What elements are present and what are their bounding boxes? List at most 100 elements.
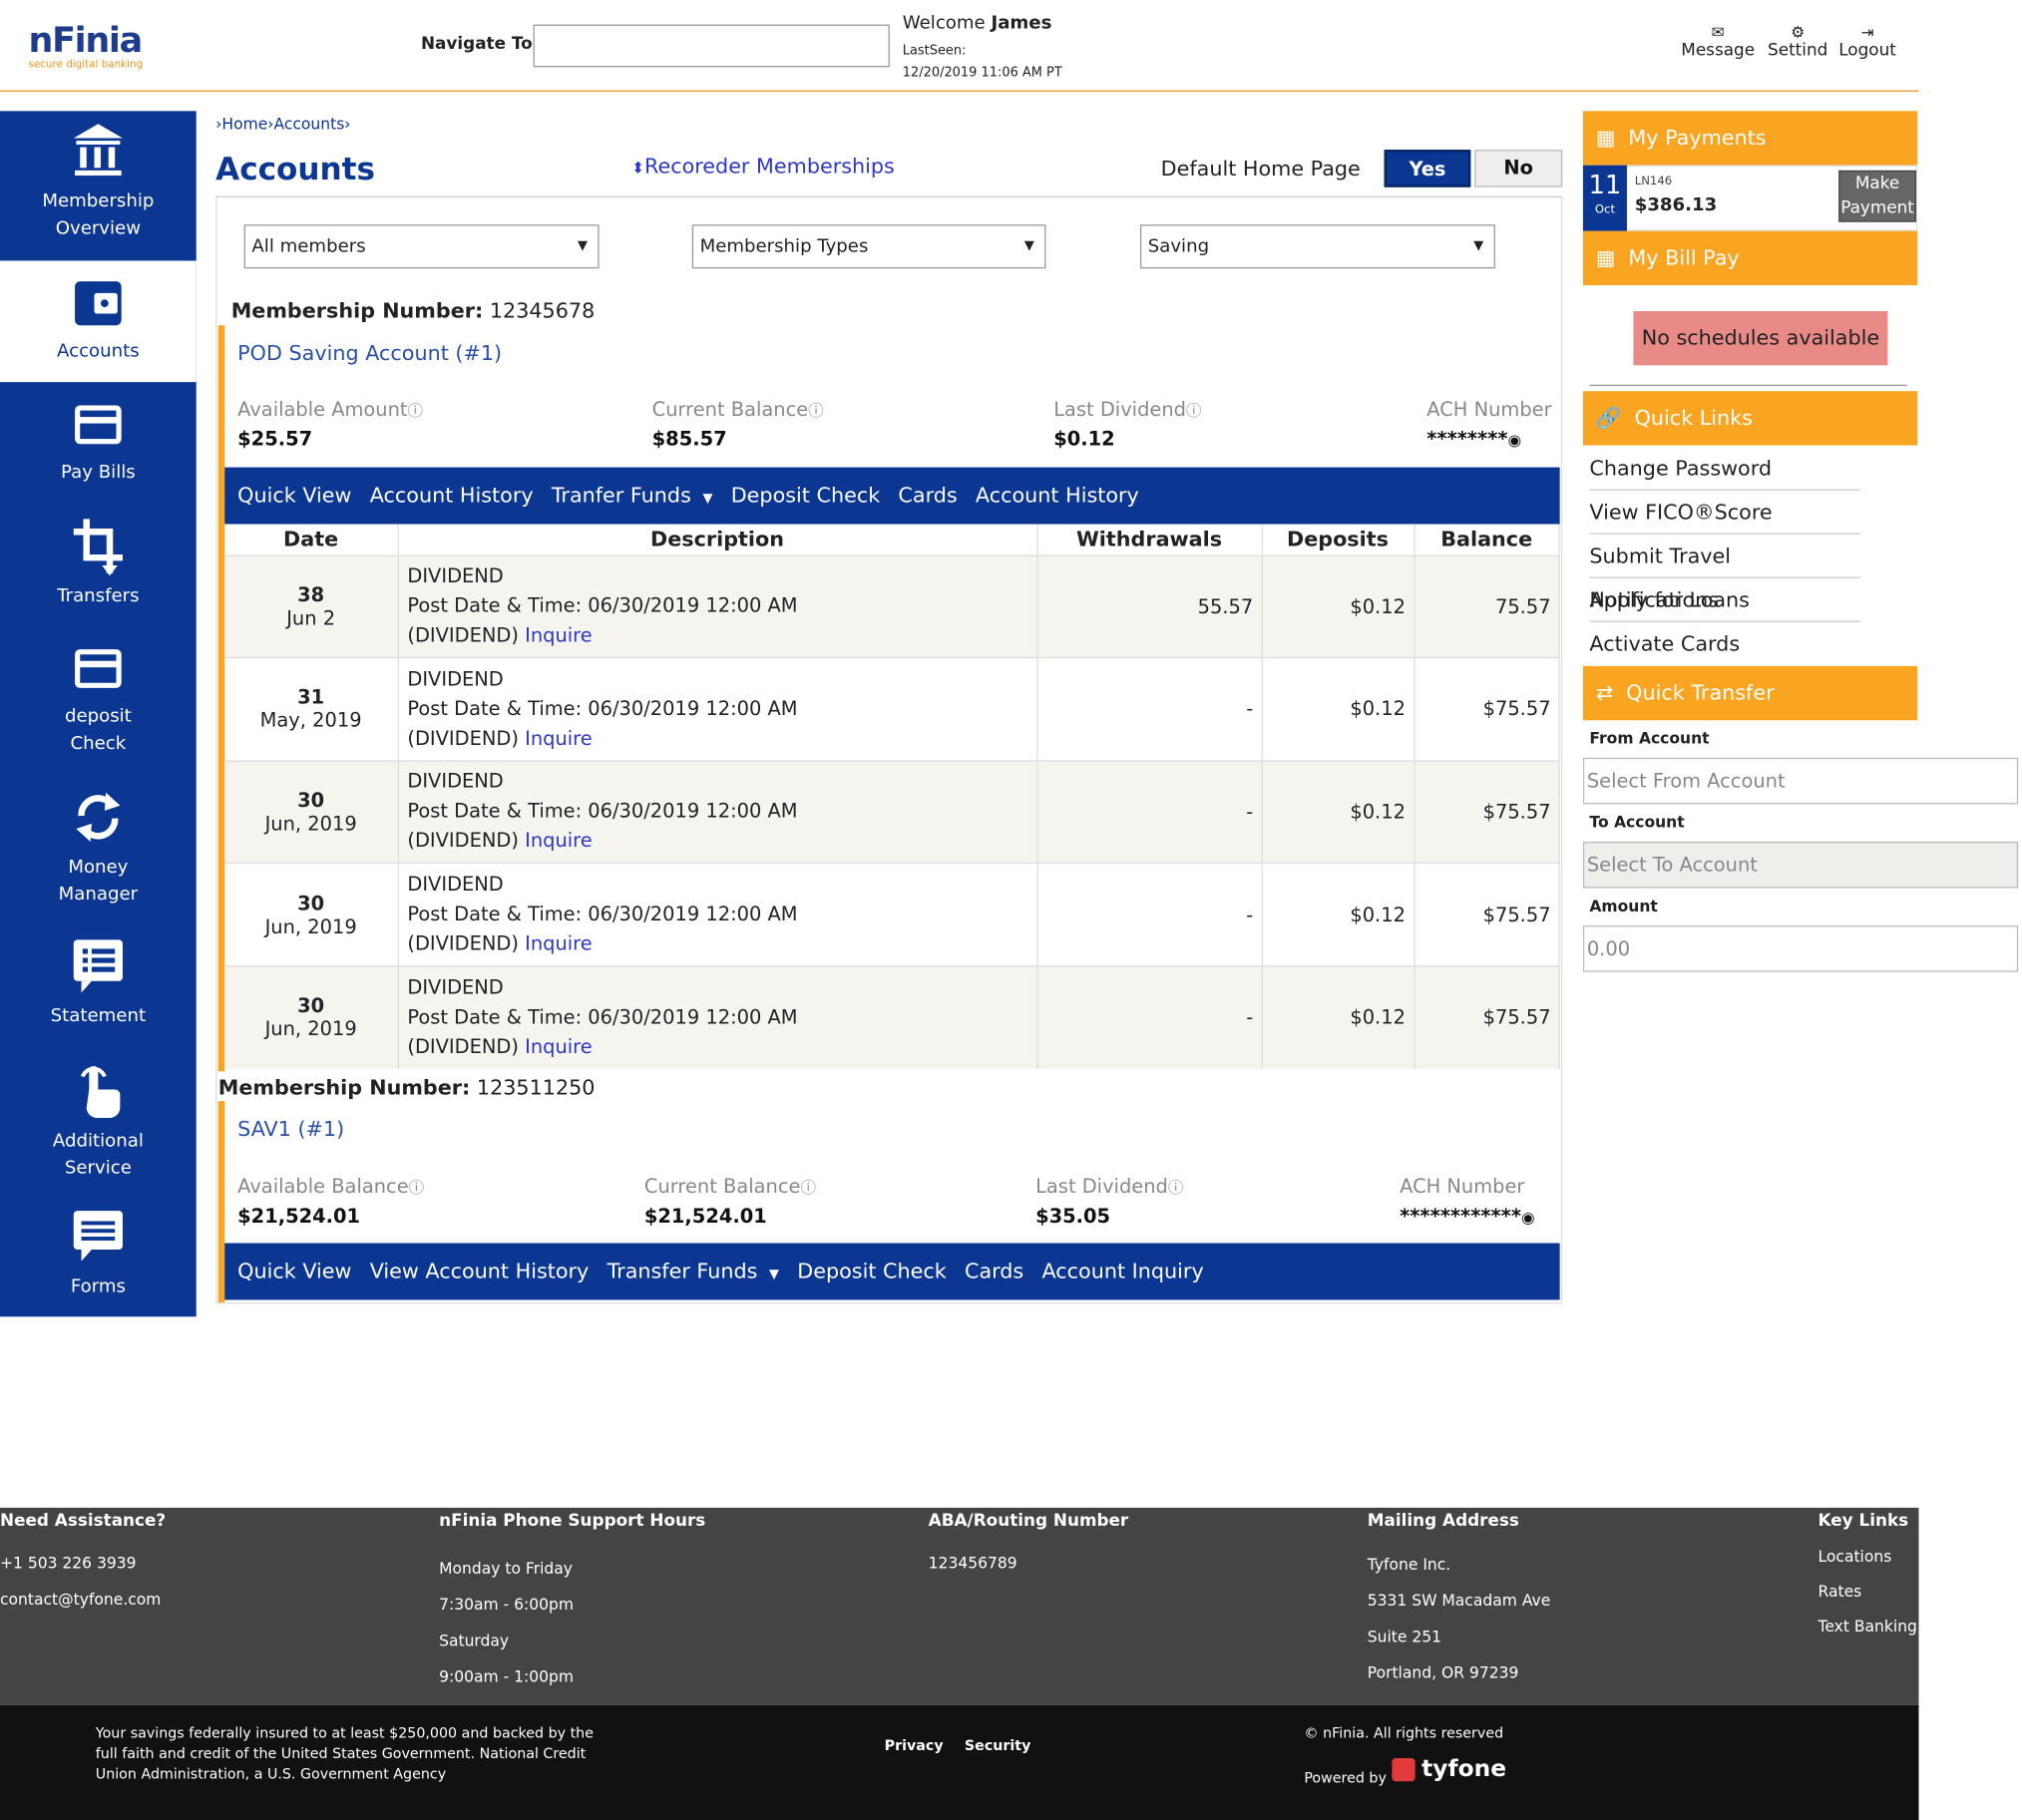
breadcrumb-home[interactable]: Home: [221, 115, 267, 133]
reorder-memberships-link[interactable]: ⬍Recoreder Memberships: [631, 154, 895, 179]
footer-email[interactable]: contact@tyfone.com: [0, 1591, 166, 1609]
available-value: $25.57: [237, 427, 313, 451]
date-month: Jun, 2019: [264, 914, 357, 938]
to-account-select[interactable]: Select To Account: [1582, 841, 2019, 889]
action-account-history[interactable]: Account History: [370, 483, 534, 508]
info-icon[interactable]: ⓘ: [408, 402, 424, 420]
sidebar-item-additional-service[interactable]: Additional Service: [0, 1058, 197, 1182]
security-link[interactable]: Security: [965, 1737, 1030, 1754]
link-apply-loans[interactable]: Apply for Loans: [1589, 578, 1861, 622]
logout-link[interactable]: ⇥ Logout: [1838, 23, 1896, 61]
post-date: Post Date & Time: 06/30/2019 12:00 AM: [407, 696, 798, 721]
sidebar-item-pay-bills[interactable]: Pay Bills: [0, 398, 197, 487]
current-label: Current Balanceⓘ: [644, 1175, 816, 1198]
action-deposit-check[interactable]: Deposit Check: [731, 483, 880, 508]
withdrawal-cell: 55.57: [1036, 553, 1263, 658]
no-button[interactable]: No: [1474, 150, 1563, 187]
quick-transfer-label: Quick Transfer: [1626, 680, 1775, 705]
inquire-link[interactable]: Inquire: [525, 1035, 593, 1058]
from-account-select[interactable]: Select From Account: [1582, 757, 2019, 805]
action-cards[interactable]: Cards: [965, 1259, 1023, 1283]
footer-key-links: Key Links Locations Rates Text Banking: [1819, 1508, 1917, 1636]
members-select[interactable]: All members ▼: [243, 224, 600, 269]
balance-cell: $75.57: [1414, 760, 1560, 864]
footer-phone[interactable]: +1 503 226 3939: [0, 1554, 166, 1572]
payment-month: Oct: [1594, 203, 1616, 217]
info-icon[interactable]: ⓘ: [808, 402, 824, 420]
sidebar-item-forms[interactable]: Forms: [0, 1207, 197, 1300]
link-change-password[interactable]: Change Password: [1589, 447, 1861, 491]
inquire-link[interactable]: Inquire: [525, 727, 593, 750]
amount-input[interactable]: 0.00: [1582, 925, 2019, 972]
sidebar-item-statement[interactable]: Statement: [0, 935, 197, 1029]
link-travel-notifications[interactable]: Submit Travel Notifications: [1589, 535, 1861, 612]
footer-link-text-banking[interactable]: Text Banking: [1819, 1618, 1917, 1636]
ach-masked: ********: [1426, 427, 1508, 451]
privacy-link[interactable]: Privacy: [885, 1737, 944, 1754]
action-transfer-funds[interactable]: Tranfer Funds ▼: [552, 483, 713, 508]
action-quick-view[interactable]: Quick View: [237, 483, 351, 508]
inquire-link[interactable]: Inquire: [525, 932, 593, 955]
tyfone-logo-icon: [1392, 1757, 1415, 1782]
action-account-history-2[interactable]: Account History: [976, 483, 1139, 508]
sidebar-item-deposit-check[interactable]: deposit Check: [0, 641, 197, 757]
sidebar-item-membership-overview[interactable]: Membership Overview: [0, 122, 197, 261]
eye-icon[interactable]: ◉: [1508, 431, 1522, 449]
info-icon[interactable]: ⓘ: [800, 1179, 816, 1197]
action-transfer-funds[interactable]: Transfer Funds ▼: [607, 1259, 779, 1283]
account-type-select[interactable]: Saving ▼: [1139, 224, 1495, 269]
sidebar-label: deposit Check: [64, 706, 132, 754]
payment-amount: $386.13: [1634, 194, 1718, 216]
payment-id: LN146: [1634, 176, 1673, 188]
caret-down-icon: ▼: [1023, 238, 1034, 253]
payment-day: 11: [1588, 169, 1622, 200]
footer-link-rates[interactable]: Rates: [1819, 1583, 1917, 1601]
sidebar-label: Pay Bills: [61, 462, 136, 484]
navigate-input[interactable]: [533, 24, 890, 68]
date-cell: 30 Jun, 2019: [224, 760, 399, 864]
my-bill-pay-header[interactable]: ▦ My Bill Pay: [1582, 230, 1918, 286]
link-activate-cards[interactable]: Activate Cards: [1589, 622, 1860, 666]
footer-link-locations[interactable]: Locations: [1819, 1548, 1917, 1566]
action-cards[interactable]: Cards: [898, 483, 957, 508]
date-month: Jun 2: [286, 606, 336, 630]
action-account-inquiry[interactable]: Account Inquiry: [1041, 1259, 1203, 1283]
logo[interactable]: nFinia secure digital banking: [28, 21, 143, 70]
withdrawal-cell: -: [1036, 863, 1263, 966]
message-label: Message: [1681, 41, 1756, 61]
action-quick-view[interactable]: Quick View: [237, 1259, 351, 1283]
sidebar-item-transfers[interactable]: Transfers: [0, 517, 197, 610]
action-deposit-check[interactable]: Deposit Check: [797, 1259, 946, 1283]
inquire-link[interactable]: Inquire: [525, 624, 593, 647]
make-payment-button[interactable]: Make Payment: [1838, 170, 1916, 222]
link-view-fico[interactable]: View FICO®Score: [1589, 491, 1861, 535]
ach-masked: ************: [1400, 1204, 1521, 1228]
membership-types-select[interactable]: Membership Types ▼: [691, 224, 1046, 269]
dividend-label-text: Last Dividend: [1035, 1174, 1168, 1199]
inquire-link[interactable]: Inquire: [525, 830, 593, 853]
my-payments-label: My Payments: [1628, 125, 1767, 151]
footer-heading: nFinia Phone Support Hours: [439, 1511, 706, 1532]
logo-text: nFinia: [28, 20, 143, 61]
eye-icon[interactable]: ◉: [1521, 1209, 1535, 1227]
bank-icon: [73, 124, 123, 177]
date-day: 30: [297, 788, 325, 813]
navigate-label: Navigate To:: [420, 34, 540, 55]
info-icon[interactable]: ⓘ: [409, 1179, 425, 1197]
message-link[interactable]: ✉ Message: [1681, 23, 1755, 61]
action-view-account-history[interactable]: View Account History: [370, 1259, 590, 1283]
account-name-1[interactable]: POD Saving Account (#1): [237, 341, 502, 366]
sidebar-item-money-manager[interactable]: Money Manager: [0, 788, 197, 910]
info-icon[interactable]: ⓘ: [1168, 1179, 1184, 1197]
settings-link[interactable]: ⚙ Settind: [1768, 23, 1827, 61]
breadcrumb-accounts[interactable]: Accounts: [273, 115, 344, 133]
sidebar-item-accounts[interactable]: Accounts: [0, 260, 197, 383]
info-icon[interactable]: ⓘ: [1186, 402, 1202, 420]
txn-type: DIVIDEND: [407, 975, 504, 999]
yes-button[interactable]: Yes: [1384, 150, 1471, 187]
account-name-2[interactable]: SAV1 (#1): [237, 1117, 344, 1142]
breadcrumb: ›Home›Accounts›: [215, 115, 351, 134]
my-payments-header[interactable]: ▦ My Payments: [1582, 111, 1918, 166]
txn-type: DIVIDEND: [407, 564, 504, 588]
calendar-icon: ▦: [1595, 244, 1616, 270]
